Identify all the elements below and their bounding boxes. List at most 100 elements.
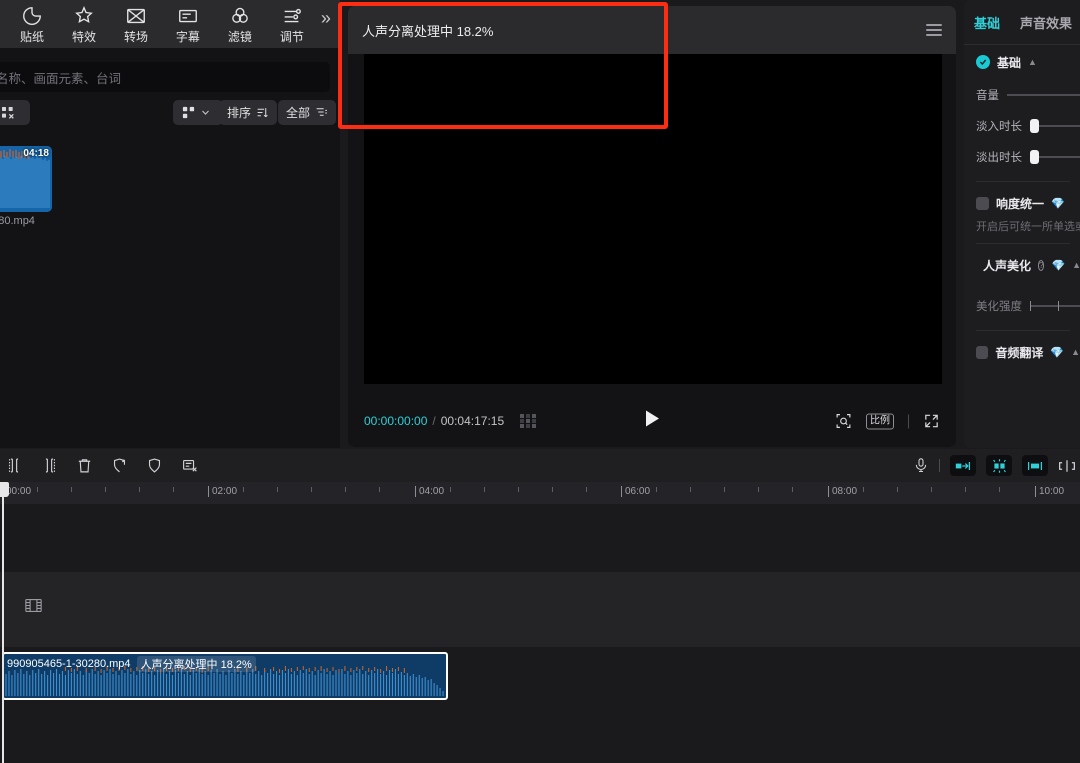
collapse-caret-icon[interactable]: ▲ <box>1072 260 1080 270</box>
sort-icon <box>257 108 268 118</box>
control-divider <box>908 414 909 428</box>
properties-body: 基础 ▲ 音量 淡入时长 淡出时长 响度统一 💎 开启后可统一所单选或 人声美化… <box>964 45 1080 369</box>
preview-right-controls: 比例 <box>835 413 940 430</box>
help-icon[interactable]: ? <box>1038 259 1045 271</box>
toolbar-item-transition[interactable]: 转场 <box>113 5 159 44</box>
ruler-tick <box>37 487 38 492</box>
toolbar-item-filter[interactable]: 滤镜 <box>217 5 263 44</box>
search-input[interactable]: 名称、画面元素、台词 <box>0 62 330 92</box>
zoom-preview-icon[interactable] <box>835 413 852 430</box>
collapse-caret-icon[interactable]: ▲ <box>1028 57 1037 67</box>
section-header-audio-translate[interactable]: 音频翻译 💎 ▲ <box>976 335 1080 369</box>
row-fade-out: 淡出时长 <box>976 141 1080 172</box>
toolbar-more-button[interactable]: » <box>321 8 331 41</box>
sticker-icon <box>23 6 41 25</box>
filter-button[interactable]: 全部 <box>278 100 337 125</box>
split-left-icon[interactable] <box>6 457 23 474</box>
volume-slider[interactable] <box>1007 88 1080 102</box>
section-title-basic: 基础 <box>997 55 1022 70</box>
transition-icon <box>127 8 145 23</box>
tab-basic[interactable]: 基础 <box>974 13 1000 32</box>
ruler-tick <box>724 487 725 492</box>
import-media-button[interactable] <box>0 100 30 125</box>
toolbar-item-effects[interactable]: 特效 <box>61 5 107 44</box>
play-button[interactable] <box>644 410 660 433</box>
playhead[interactable] <box>0 482 9 763</box>
timeline-ruler[interactable]: 00:00 02:00 04:00 06:00 08:00 10:00 <box>0 482 1080 504</box>
aspect-ratio-button[interactable]: 比例 <box>866 413 894 429</box>
toolbar-item-sticker[interactable]: 贴纸 <box>9 5 55 44</box>
playhead-knob[interactable] <box>0 482 9 497</box>
audio-clip[interactable]: 990905465-1-30280.mp4 人声分离处理中 18.2% <box>2 652 448 700</box>
mirror-icon[interactable] <box>111 457 128 474</box>
media-library-panel: 名称、画面元素、台词 排序 全部 04:18 80.mp4 <box>0 48 340 448</box>
toolbar-item-adjust[interactable]: 调节 <box>269 5 315 44</box>
loudness-toggle[interactable] <box>976 196 989 210</box>
effects-icon <box>75 5 93 23</box>
slider-track <box>1030 304 1080 307</box>
fade-out-slider[interactable] <box>1030 149 1080 164</box>
ruler-label: 02:00 <box>212 486 238 497</box>
sort-button[interactable]: 排序 <box>219 100 278 125</box>
ruler-tick <box>965 487 966 492</box>
section-header-voice-enhance[interactable]: 人声美化 ? 💎 ▲ <box>976 248 1080 282</box>
basic-enabled-checkbox[interactable] <box>976 55 990 69</box>
section-separator <box>976 181 1070 182</box>
fullscreen-icon[interactable] <box>923 413 940 430</box>
zoom-in-timeline-icon[interactable] <box>1022 455 1048 476</box>
row-volume: 音量 <box>976 79 1080 110</box>
ruler-tick <box>484 487 485 492</box>
check-icon <box>979 59 987 66</box>
ruler-tick <box>586 487 587 492</box>
cut-clip-icon[interactable] <box>1058 459 1076 473</box>
video-canvas[interactable] <box>364 54 942 384</box>
audio-clip-filename: 990905465-1-30280.mp4 <box>7 658 131 670</box>
slider-knob[interactable] <box>1030 118 1039 133</box>
row-enhance-strength: 美化强度 <box>976 290 1080 321</box>
preview-menu-icon[interactable] <box>926 21 942 39</box>
section-separator <box>976 330 1070 331</box>
slider-knob[interactable] <box>1030 149 1039 164</box>
grid-view-icon <box>182 106 195 119</box>
film-strip-icon <box>25 598 42 618</box>
fit-timeline-icon[interactable] <box>986 455 1012 476</box>
ruler-tick <box>690 487 691 492</box>
tab-sound-effects[interactable]: 声音效果 <box>1020 13 1072 32</box>
ruler-tick <box>518 487 519 492</box>
vip-diamond-icon: 💎 <box>1050 346 1065 359</box>
audio-translate-toggle[interactable] <box>976 345 989 359</box>
microphone-icon[interactable] <box>913 457 929 474</box>
ruler-tick <box>105 487 106 492</box>
slider-track <box>1007 93 1080 96</box>
remove-caption-icon[interactable] <box>181 457 199 474</box>
slider-tick-mid <box>1057 300 1059 311</box>
row-fade-in: 淡入时长 <box>976 110 1080 141</box>
section-header-loudness[interactable]: 响度统一 💎 <box>976 186 1080 220</box>
properties-tabs: 基础 声音效果 <box>964 0 1080 44</box>
view-mode-button[interactable] <box>173 100 223 125</box>
search-placeholder: 名称、画面元素、台词 <box>0 71 122 86</box>
ruler-tick <box>139 487 140 492</box>
import-grid-icon <box>2 106 14 119</box>
section-header-basic[interactable]: 基础 ▲ <box>976 45 1080 79</box>
filter-funnel-icon <box>316 108 327 116</box>
ruler-tick <box>621 486 622 497</box>
toolbar-label: 贴纸 <box>19 29 44 44</box>
zoom-out-timeline-icon[interactable] <box>950 455 976 476</box>
section-title-voice-enhance: 人声美化 <box>983 258 1032 273</box>
fade-in-label: 淡入时长 <box>976 120 1022 133</box>
enhance-strength-slider[interactable] <box>1030 299 1080 313</box>
split-right-icon[interactable] <box>41 457 58 474</box>
video-track[interactable] <box>0 572 1080 647</box>
frame-view-icon[interactable] <box>520 414 538 428</box>
ruler-label: 00:00 <box>6 486 32 497</box>
collapse-caret-icon[interactable]: ▲ <box>1071 347 1080 357</box>
toolbar-item-subtitle[interactable]: 字幕 <box>165 5 211 44</box>
toolbar-label: 字幕 <box>175 29 200 44</box>
media-thumbnail[interactable]: 04:18 <box>0 146 52 212</box>
time-separator: / <box>432 414 436 428</box>
delete-icon[interactable] <box>76 457 93 474</box>
shield-icon[interactable] <box>146 457 163 474</box>
fade-in-slider[interactable] <box>1030 118 1080 133</box>
filter-label: 全部 <box>286 106 311 120</box>
